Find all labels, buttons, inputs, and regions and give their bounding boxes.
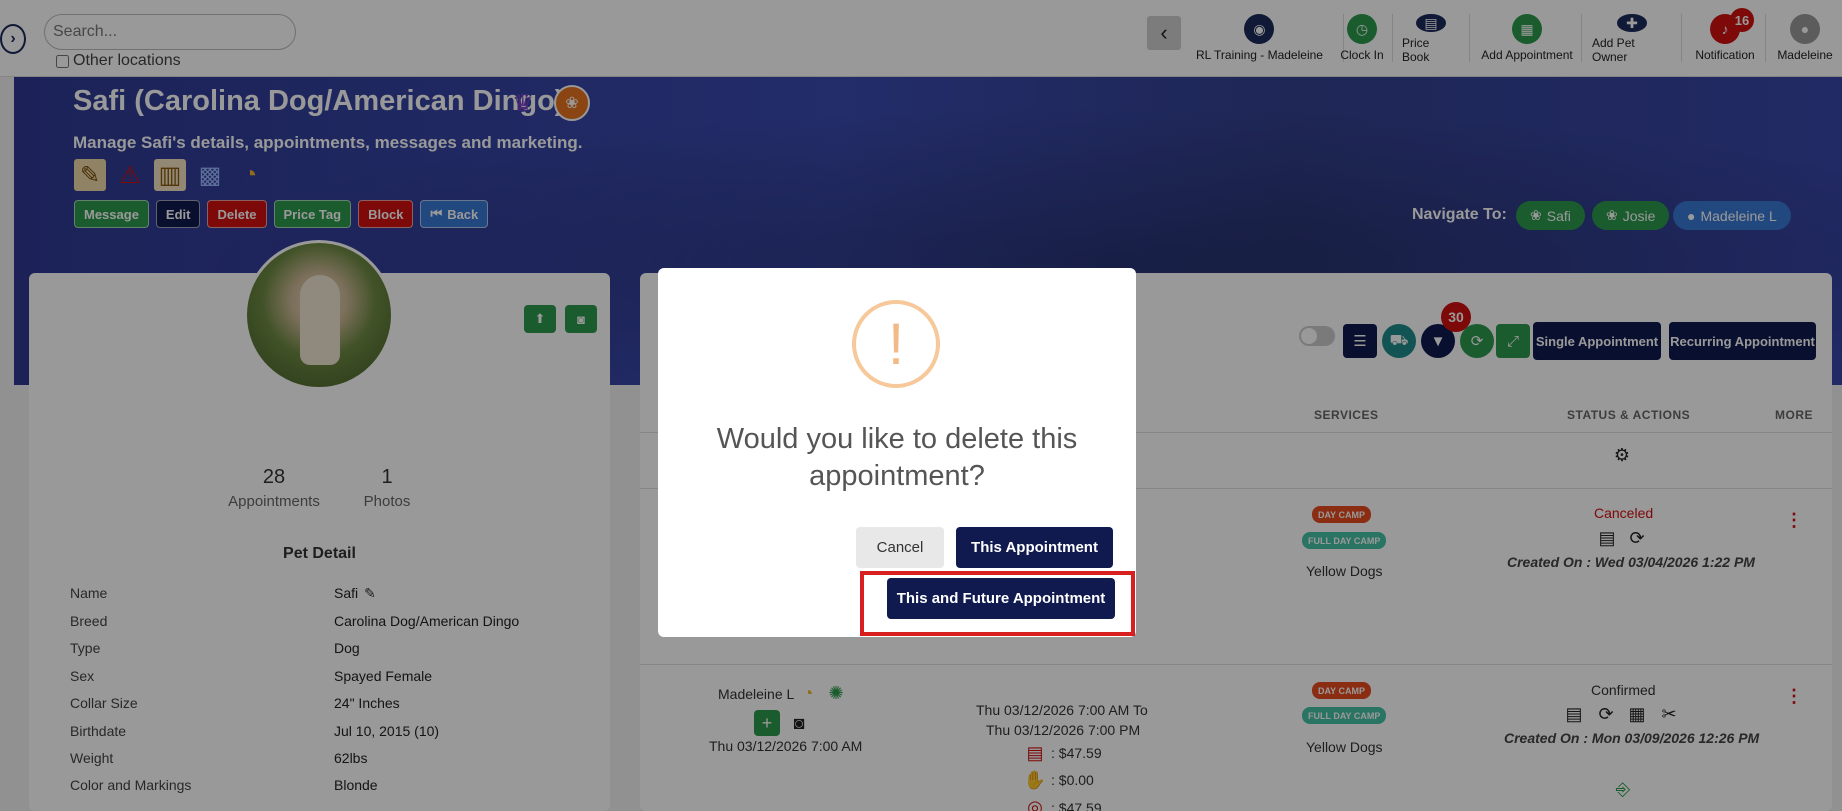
cancel-button[interactable]: Cancel bbox=[856, 527, 944, 568]
this-and-future-appointment-button[interactable]: This and Future Appointment bbox=[887, 578, 1115, 619]
exclamation-icon: ! bbox=[852, 300, 940, 388]
this-appointment-button[interactable]: This Appointment bbox=[956, 527, 1113, 568]
dialog-title-line2: appointment? bbox=[809, 460, 985, 492]
dialog-title: Would you like to delete this appointmen… bbox=[658, 421, 1136, 495]
dialog-title-line1: Would you like to delete this bbox=[716, 423, 1078, 455]
